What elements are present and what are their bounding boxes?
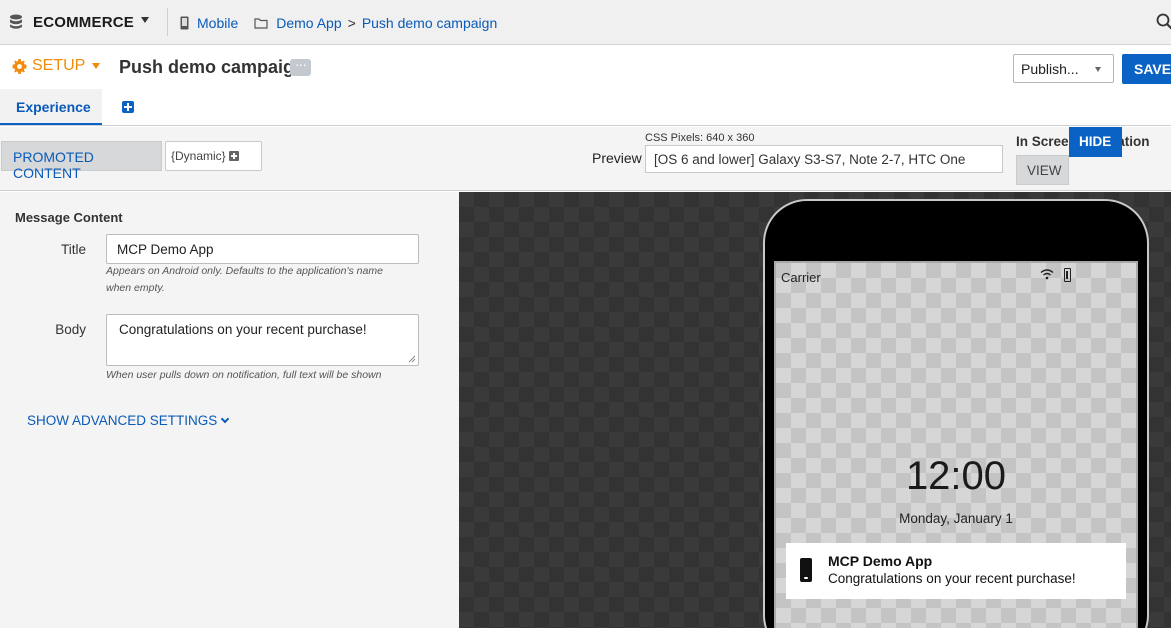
promoted-content-button[interactable]: PROMOTED CONTENT [1,141,162,181]
setup-label: SETUP [32,57,86,74]
mobile-icon [180,16,189,30]
lock-screen-time: 12:00 [905,454,1007,498]
section-title: Message Content [15,210,123,225]
notification-title: MCP Demo App [828,553,933,569]
phone-screen: Carrier 12:00 Monday, January 1 MCP Demo… [774,261,1138,628]
plus-icon [228,151,239,161]
breadcrumb-item-campaign[interactable]: Push demo campaign [362,15,497,31]
notification-body: Congratulations on your recent purchase! [828,571,1076,586]
tab-experience[interactable]: Experience [0,89,102,125]
title-hint-line1: Appears on Android only. Defaults to the… [106,265,383,277]
save-button[interactable]: SAVE [1122,54,1171,84]
setup-menu[interactable]: SETUP [12,57,101,75]
search-icon[interactable] [1156,13,1171,31]
title-hint-line2: when empty. [106,282,165,294]
advanced-label: SHOW ADVANCED SETTINGS [27,413,218,428]
css-pixels-label: CSS Pixels: 640 x 360 [645,132,755,144]
chevron-down-icon[interactable] [141,17,149,23]
database-icon [10,14,22,29]
top-bar: ECOMMERCE Mobile Demo App > Push demo ca… [0,0,1171,45]
show-advanced-settings-link[interactable]: SHOW ADVANCED SETTINGS [27,413,230,428]
gear-icon [12,58,27,74]
preview-toolbar: PROMOTED CONTENT {Dynamic} CSS Pixels: 6… [0,127,1171,191]
battery-icon [1064,268,1071,282]
divider [167,8,168,36]
breadcrumb-item-mobile[interactable]: Mobile [197,15,238,31]
view-button[interactable]: VIEW [1016,155,1069,185]
dynamic-label: {Dynamic} [171,149,226,163]
resize-handle-icon[interactable] [408,355,416,363]
wifi-icon [1040,269,1054,280]
body-hint: When user pulls down on notification, fu… [106,369,382,381]
message-content-panel: Message Content Title MCP Demo App Appea… [0,192,459,628]
page-title: Push demo campaign [119,57,291,77]
phone-icon [800,558,812,582]
breadcrumb: Mobile Demo App > Push demo campaign [180,14,497,32]
chevron-down-icon [221,414,230,423]
body-label: Body [55,322,86,337]
breadcrumb-item-demo-app[interactable]: Demo App [276,15,341,31]
preview-canvas: Carrier 12:00 Monday, January 1 MCP Demo… [459,192,1171,628]
tab-bar: Experience [0,89,1171,126]
breadcrumb-separator: > [347,15,356,31]
folder-icon [254,18,268,29]
body-value: Congratulations on your recent purchase! [119,322,367,337]
lock-screen-date: Monday, January 1 [899,511,1013,526]
dynamic-button[interactable]: {Dynamic} [165,141,262,171]
body-textarea[interactable]: Congratulations on your recent purchase! [106,314,419,366]
preview-device-select[interactable]: [OS 6 and lower] Galaxy S3-S7, Note 2-7,… [645,145,1003,173]
add-tab-icon[interactable] [122,101,134,113]
publish-select[interactable]: Publish... [1013,54,1114,83]
push-notification: MCP Demo App Congratulations on your rec… [786,543,1126,599]
title-input[interactable]: MCP Demo App [106,234,419,264]
more-options-button[interactable]: ··· [290,57,311,76]
hide-button[interactable]: HIDE [1069,127,1122,157]
preview-label: Preview [592,150,642,166]
dataset-selector[interactable]: ECOMMERCE [33,14,134,31]
publish-select-value: Publish... [1021,61,1079,77]
title-label: Title [60,242,86,257]
carrier-label: Carrier [781,270,821,285]
chevron-down-icon [1095,67,1101,72]
chevron-down-icon [92,63,101,69]
